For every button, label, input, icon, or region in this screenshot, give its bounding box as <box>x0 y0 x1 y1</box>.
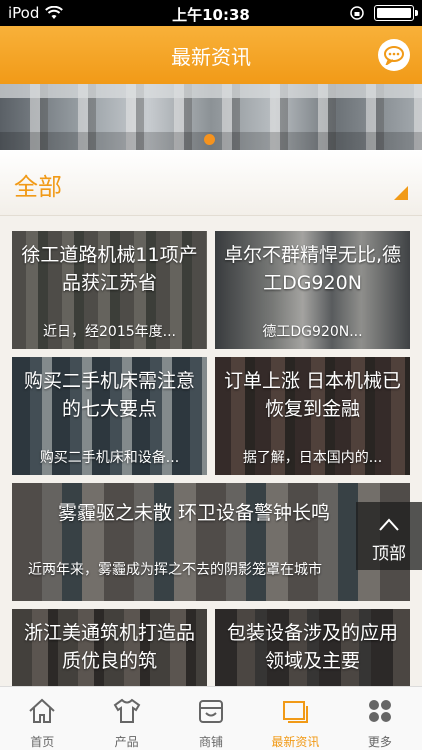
back-to-top-label: 顶部 <box>372 544 406 564</box>
status-right <box>350 5 418 21</box>
tab-label: 首页 <box>30 735 55 749</box>
news-card[interactable]: 雾霾驱之未散 环卫设备警钟长鸣 近两年来，雾霾成为挥之不去的阴影笼罩在城市 <box>12 483 410 601</box>
news-summary: 近日，经2015年度... <box>43 324 176 340</box>
rotation-lock-icon <box>350 6 364 20</box>
banner-carousel[interactable] <box>0 84 422 150</box>
category-selector[interactable]: 全部 <box>0 150 422 216</box>
tab-label: 最新资讯 <box>271 735 320 749</box>
battery-icon <box>374 5 418 21</box>
news-title: 浙江美通筑机打造品质优良的筑 <box>23 622 195 672</box>
shop-icon <box>199 700 224 723</box>
tab-more[interactable]: 更多 <box>338 687 422 750</box>
app-header: 最新资讯 <box>0 26 422 84</box>
news-summary: 据了解，日本国内的... <box>242 450 383 466</box>
news-summary: 德工DG920N... <box>262 324 363 340</box>
status-bar: iPod 上午10:38 <box>0 0 422 26</box>
news-icon <box>283 701 309 723</box>
page-title: 最新资讯 <box>171 45 251 69</box>
news-title: 卓尔不群精悍无比,德工DG920N <box>223 244 402 294</box>
bottom-tab-bar: 首页 产品 商铺 最新资讯 更多 <box>0 686 422 750</box>
news-summary: 近两年来，雾霾成为挥之不去的阴影笼罩在城市 <box>28 562 322 578</box>
tab-label: 更多 <box>367 735 392 749</box>
news-card[interactable]: 浙江美通筑机打造品质优良的筑 <box>12 609 207 686</box>
more-grid-icon <box>368 700 391 722</box>
triangle-corner-icon <box>394 186 408 200</box>
message-button[interactable] <box>378 39 410 71</box>
banner-image <box>0 84 422 98</box>
tab-label: 商铺 <box>199 735 224 749</box>
tab-home[interactable]: 首页 <box>0 687 84 750</box>
news-title: 雾霾驱之未散 环卫设备警钟长鸣 <box>58 502 331 524</box>
tab-products[interactable]: 产品 <box>84 687 168 750</box>
tab-label: 产品 <box>114 735 139 749</box>
news-card[interactable]: 卓尔不群精悍无比,德工DG920N 德工DG920N... <box>215 231 410 349</box>
news-card[interactable]: 包装设备涉及的应用领域及主要 <box>215 609 410 686</box>
back-to-top-button[interactable]: 顶部 <box>356 502 422 570</box>
news-title: 购买二手机床需注意的七大要点 <box>23 370 195 420</box>
carousel-indicator-dot[interactable] <box>204 134 215 145</box>
tab-shops[interactable]: 商铺 <box>169 687 253 750</box>
news-title: 徐工道路机械11项产品获江苏省 <box>21 244 198 294</box>
news-title: 订单上涨 日本机械已恢复到金融 <box>223 370 402 420</box>
news-card[interactable]: 徐工道路机械11项产品获江苏省 近日，经2015年度... <box>12 231 207 349</box>
chat-bubble-icon <box>384 46 404 65</box>
category-label: 全部 <box>14 173 62 201</box>
chevron-up-icon <box>379 518 399 531</box>
news-summary: 购买二手机床和设备... <box>39 450 180 466</box>
news-card[interactable]: 订单上涨 日本机械已恢复到金融 据了解，日本国内的... <box>215 357 410 475</box>
news-card[interactable]: 购买二手机床需注意的七大要点 购买二手机床和设备... <box>12 357 207 475</box>
tab-news[interactable]: 最新资讯 <box>253 687 337 750</box>
home-icon <box>29 698 55 723</box>
news-list: 徐工道路机械11项产品获江苏省 近日，经2015年度... 卓尔不群精悍无比,德… <box>0 216 422 686</box>
news-title: 包装设备涉及的应用领域及主要 <box>226 622 398 672</box>
shirt-icon <box>113 698 140 723</box>
